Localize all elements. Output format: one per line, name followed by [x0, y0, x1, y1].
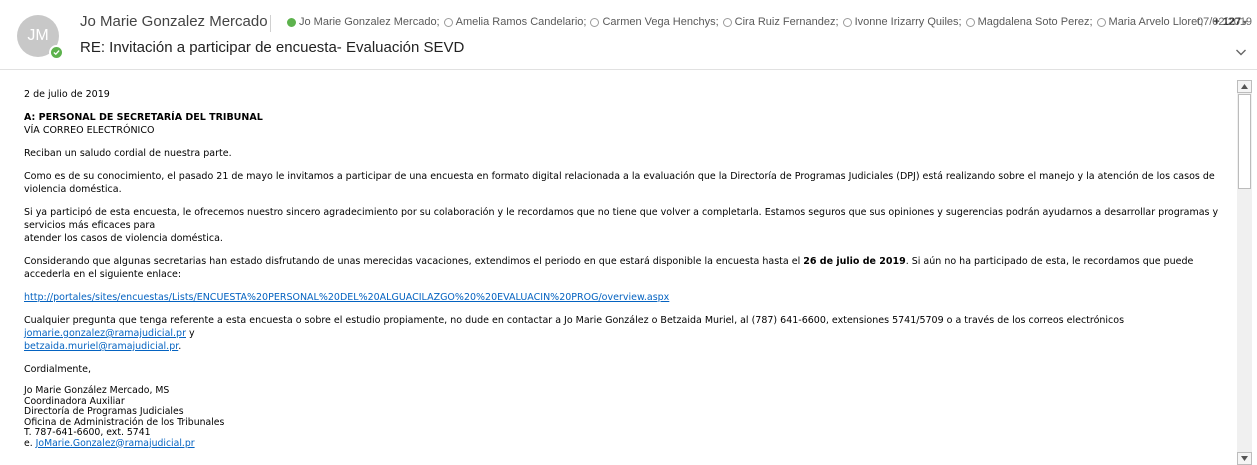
signature: Jo Marie González Mercado, MS Coordinado…	[24, 385, 1234, 449]
signature-email-prefix: e.	[24, 437, 36, 449]
closing: Cordialmente,	[24, 364, 92, 375]
recipient[interactable]: Maria Arvelo Lloret;	[1096, 16, 1204, 28]
recipient[interactable]: Amelia Ramos Candelario;	[443, 16, 587, 28]
period: .	[178, 341, 182, 352]
signature-department: Directoría de Programas Judiciales	[24, 406, 184, 417]
recipient[interactable]: Carmen Vega Henchys;	[590, 16, 719, 28]
paragraph-2-line-1: Si ya participó de esta encuesta, le ofr…	[24, 207, 1219, 231]
presence-offline-icon	[1096, 17, 1106, 27]
paragraph-3: Considerando que algunas secretarias han…	[24, 255, 1234, 281]
presence-online-icon	[287, 17, 296, 27]
recipient-name: Carmen Vega Henchys;	[602, 16, 719, 28]
recipient[interactable]: Jo Marie Gonzalez Mercado;	[287, 16, 440, 28]
delivery-method: VÍA CORREO ELECTRÓNICO	[24, 125, 155, 136]
presence-offline-icon	[722, 17, 732, 27]
presence-available-icon	[49, 45, 64, 60]
recipient-name: Cira Ruiz Fernandez;	[734, 16, 839, 28]
recipient-name: Ivonne Irizarry Quiles;	[854, 16, 962, 28]
recipient-name: Jo Marie Gonzalez Mercado;	[299, 16, 440, 28]
scrollbar-thumb[interactable]	[1238, 94, 1251, 189]
vertical-scrollbar[interactable]	[1237, 80, 1252, 465]
recipient-name: Maria Arvelo Lloret;	[1108, 16, 1204, 28]
signature-title: Coordinadora Auxiliar	[24, 395, 125, 407]
signature-email-link[interactable]: JoMarie.Gonzalez@ramajudicial.pr	[36, 438, 195, 449]
survey-link[interactable]: http://portales/sites/encuestas/Lists/EN…	[24, 292, 669, 303]
email-link[interactable]: jomarie.gonzalez@ramajudicial.pr	[24, 328, 186, 339]
message-content: 2 de julio de 2019 A: PERSONAL DE SECRET…	[24, 88, 1234, 449]
greeting: Reciban un saludo cordial de nuestra par…	[24, 148, 232, 159]
deadline-date: 26 de julio de 2019	[803, 256, 906, 267]
signature-name: Jo Marie González Mercado, MS	[24, 385, 170, 396]
paragraph-4-conjunction: y	[186, 328, 195, 339]
paragraph-4: Cualquier pregunta que tenga referente a…	[24, 314, 1234, 340]
arrow-down-icon	[1241, 456, 1248, 461]
letter-date: 2 de julio de 2019	[24, 89, 110, 100]
recipient-list: Jo Marie Gonzalez Mercado; Amelia Ramos …	[287, 16, 1247, 28]
recipient-name: Magdalena Soto Perez;	[977, 16, 1093, 28]
signature-office: Oficina de Administración de los Tribuna…	[24, 416, 225, 428]
presence-offline-icon	[590, 17, 600, 27]
scroll-up-button[interactable]	[1237, 80, 1252, 93]
recipient[interactable]: Ivonne Irizarry Quiles;	[842, 16, 962, 28]
recipient[interactable]: Cira Ruiz Fernandez;	[722, 16, 839, 28]
recipient[interactable]: Magdalena Soto Perez;	[965, 16, 1093, 28]
presence-offline-icon	[443, 17, 453, 27]
avatar-initials: JM	[27, 27, 49, 44]
message-date: 07/02/2019	[1197, 16, 1253, 28]
sender-name[interactable]: Jo Marie Gonzalez Mercado	[80, 13, 268, 30]
message-header: JM Jo Marie Gonzalez Mercado Jo Marie Go…	[0, 0, 1257, 70]
message-subject: RE: Invitación a participar de encuesta-…	[80, 39, 465, 56]
signature-phone: T. 787-641-6600, ext. 5741	[24, 427, 151, 438]
paragraph-1: Como es de su conocimiento, el pasado 21…	[24, 171, 1215, 195]
paragraph-3-text: Considerando que algunas secretarias han…	[24, 256, 804, 267]
paragraph-2-line-2: atender los casos de violencia doméstica…	[24, 233, 223, 244]
expand-chevron-icon[interactable]	[1235, 47, 1247, 57]
scroll-down-button[interactable]	[1237, 452, 1252, 465]
letter-recipient: A: PERSONAL DE SECRETARÍA DEL TRIBUNAL	[24, 112, 263, 123]
message-body: 2 de julio de 2019 A: PERSONAL DE SECRET…	[0, 80, 1236, 465]
arrow-up-icon	[1241, 84, 1248, 89]
presence-offline-icon	[965, 17, 975, 27]
email-link[interactable]: betzaida.muriel@ramajudicial.pr	[24, 341, 178, 352]
presence-offline-icon	[842, 17, 852, 27]
header-divider	[270, 15, 271, 32]
paragraph-4-text: Cualquier pregunta que tenga referente a…	[24, 315, 1125, 326]
recipient-name: Amelia Ramos Candelario;	[455, 16, 587, 28]
